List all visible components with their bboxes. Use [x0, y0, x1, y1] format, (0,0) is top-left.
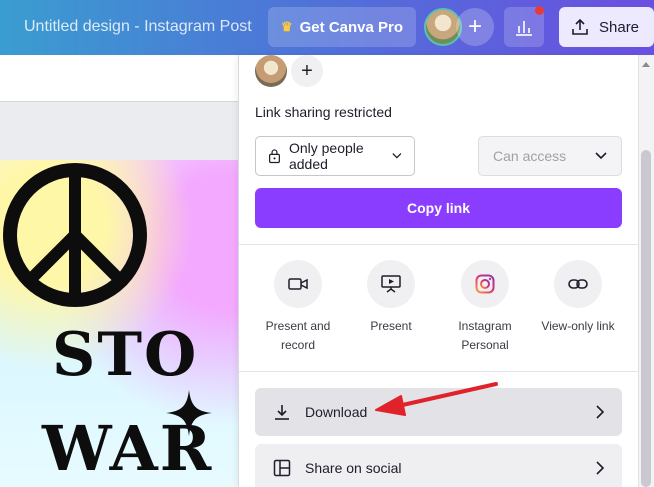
notification-dot [535, 6, 544, 15]
download-row[interactable]: Download [255, 388, 622, 436]
share-button-label: Share [599, 18, 640, 36]
divider [239, 244, 638, 245]
link-sharing-status: Link sharing restricted [255, 104, 392, 120]
instagram-icon [475, 274, 495, 294]
option-present-and-record[interactable]: Present and record [254, 260, 342, 355]
download-icon [275, 405, 289, 420]
add-people-button[interactable]: + [291, 55, 323, 87]
chevron-down-icon [392, 153, 402, 159]
link-icon [568, 279, 588, 289]
design-text-line1: STO [52, 320, 199, 390]
lock-icon [269, 149, 280, 164]
people-select-value: Only people added [288, 140, 364, 172]
design-canvas[interactable]: STO WAR [0, 160, 238, 487]
divider [239, 371, 638, 372]
option-present[interactable]: Present [347, 260, 435, 336]
share-button[interactable]: Share [559, 7, 654, 47]
layout-icon [273, 459, 291, 477]
upload-icon [572, 18, 588, 35]
option-view-only-link[interactable]: View-only link [534, 260, 622, 336]
bar-chart-icon [516, 21, 532, 36]
present-icon [381, 275, 401, 293]
editor-toolbar-strip [0, 55, 238, 102]
get-canva-pro-button[interactable]: ♛ Get Canva Pro [268, 7, 416, 47]
option-label: Present and [265, 319, 331, 333]
scrollbar-thumb[interactable] [641, 150, 651, 487]
design-title[interactable]: Untitled design - Instagram Post [24, 18, 252, 36]
crown-icon: ♛ [280, 19, 293, 34]
access-select-placeholder: Can access [493, 148, 567, 164]
option-label: record [280, 338, 315, 352]
copy-link-button[interactable]: Copy link [255, 188, 622, 228]
access-level-select[interactable]: Can access [478, 136, 622, 176]
chevron-right-icon [596, 461, 604, 475]
download-label: Download [305, 404, 368, 420]
option-label: Instagram [458, 319, 512, 333]
option-label: View-only link [541, 319, 615, 333]
design-text-line2: WAR [42, 412, 214, 485]
share-on-social-label: Share on social [305, 460, 402, 476]
chevron-down-icon [595, 152, 607, 160]
people-access-select[interactable]: Only people added [255, 136, 415, 176]
chevron-right-icon [596, 405, 604, 419]
scroll-up-arrow-icon[interactable] [642, 62, 650, 67]
camera-icon [288, 278, 308, 290]
share-on-social-row[interactable]: Share on social [255, 444, 622, 487]
option-label: Personal [461, 338, 509, 352]
share-panel: + Link sharing restricted Only people ad… [238, 55, 638, 487]
option-label: Present [370, 319, 412, 333]
add-collaborator-button[interactable]: + [456, 8, 494, 46]
collaborator-avatar[interactable] [255, 55, 287, 87]
peace-sign-graphic [3, 163, 147, 307]
pro-button-label: Get Canva Pro [299, 18, 404, 36]
option-instagram-personal[interactable]: Instagram Personal [441, 260, 529, 355]
